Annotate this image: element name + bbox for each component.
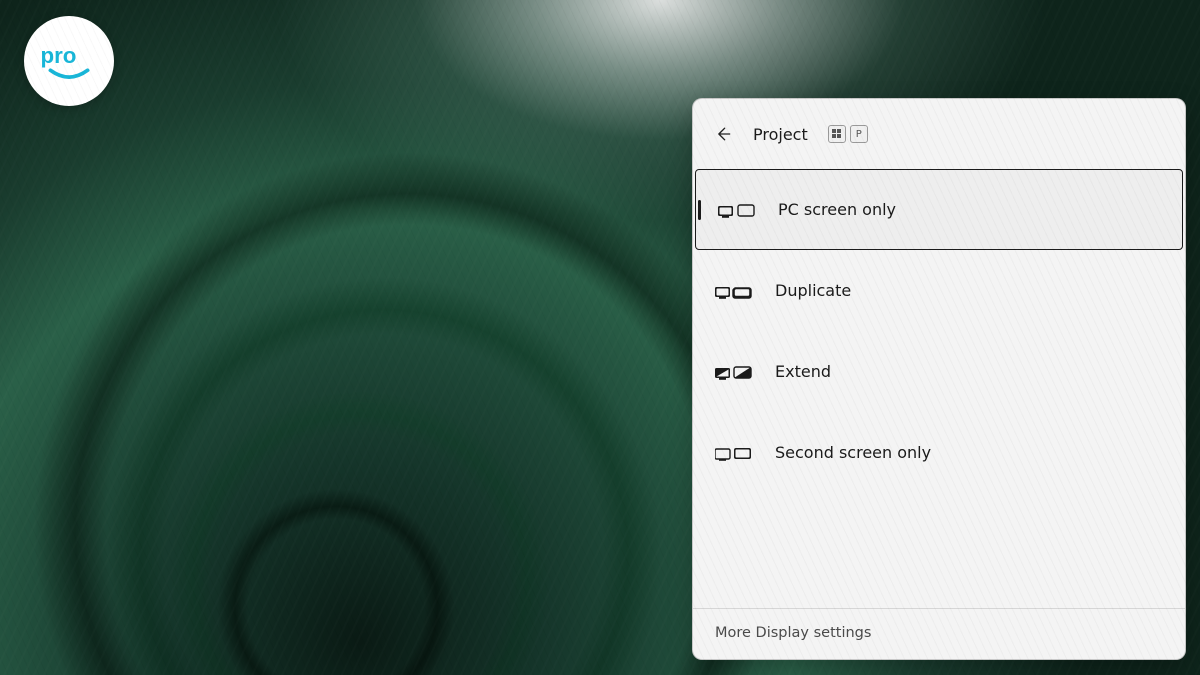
pc-screen-only-icon — [718, 200, 756, 220]
svg-text:pro: pro — [40, 43, 76, 68]
keyboard-shortcut-hint: P — [828, 125, 868, 143]
option-label: Duplicate — [775, 281, 851, 300]
option-pc-screen-only[interactable]: PC screen only — [695, 169, 1183, 250]
option-label: PC screen only — [778, 200, 896, 219]
more-display-settings-link[interactable]: More Display settings — [715, 625, 1163, 641]
extend-icon — [715, 362, 753, 382]
panel-title: Project — [753, 125, 808, 144]
arrow-left-icon — [713, 124, 733, 144]
option-second-screen-only[interactable]: Second screen only — [693, 412, 1185, 493]
option-label: Extend — [775, 362, 831, 381]
second-screen-only-icon — [715, 443, 753, 463]
project-options-list: PC screen only Duplicate — [693, 169, 1185, 493]
pro-logo-icon: pro — [38, 30, 100, 92]
option-extend[interactable]: Extend — [693, 331, 1185, 412]
project-flyout-panel: Project P PC screen only — [692, 98, 1186, 660]
back-button[interactable] — [711, 122, 735, 146]
desktop-wallpaper: pro Project P — [0, 0, 1200, 675]
duplicate-icon — [715, 281, 753, 301]
pro-logo-badge: pro — [24, 16, 114, 106]
panel-spacer — [693, 493, 1185, 608]
win-key-icon — [828, 125, 846, 143]
panel-footer: More Display settings — [693, 608, 1185, 659]
panel-header: Project P — [693, 99, 1185, 169]
option-label: Second screen only — [775, 443, 931, 462]
p-key: P — [850, 125, 868, 143]
option-duplicate[interactable]: Duplicate — [693, 250, 1185, 331]
